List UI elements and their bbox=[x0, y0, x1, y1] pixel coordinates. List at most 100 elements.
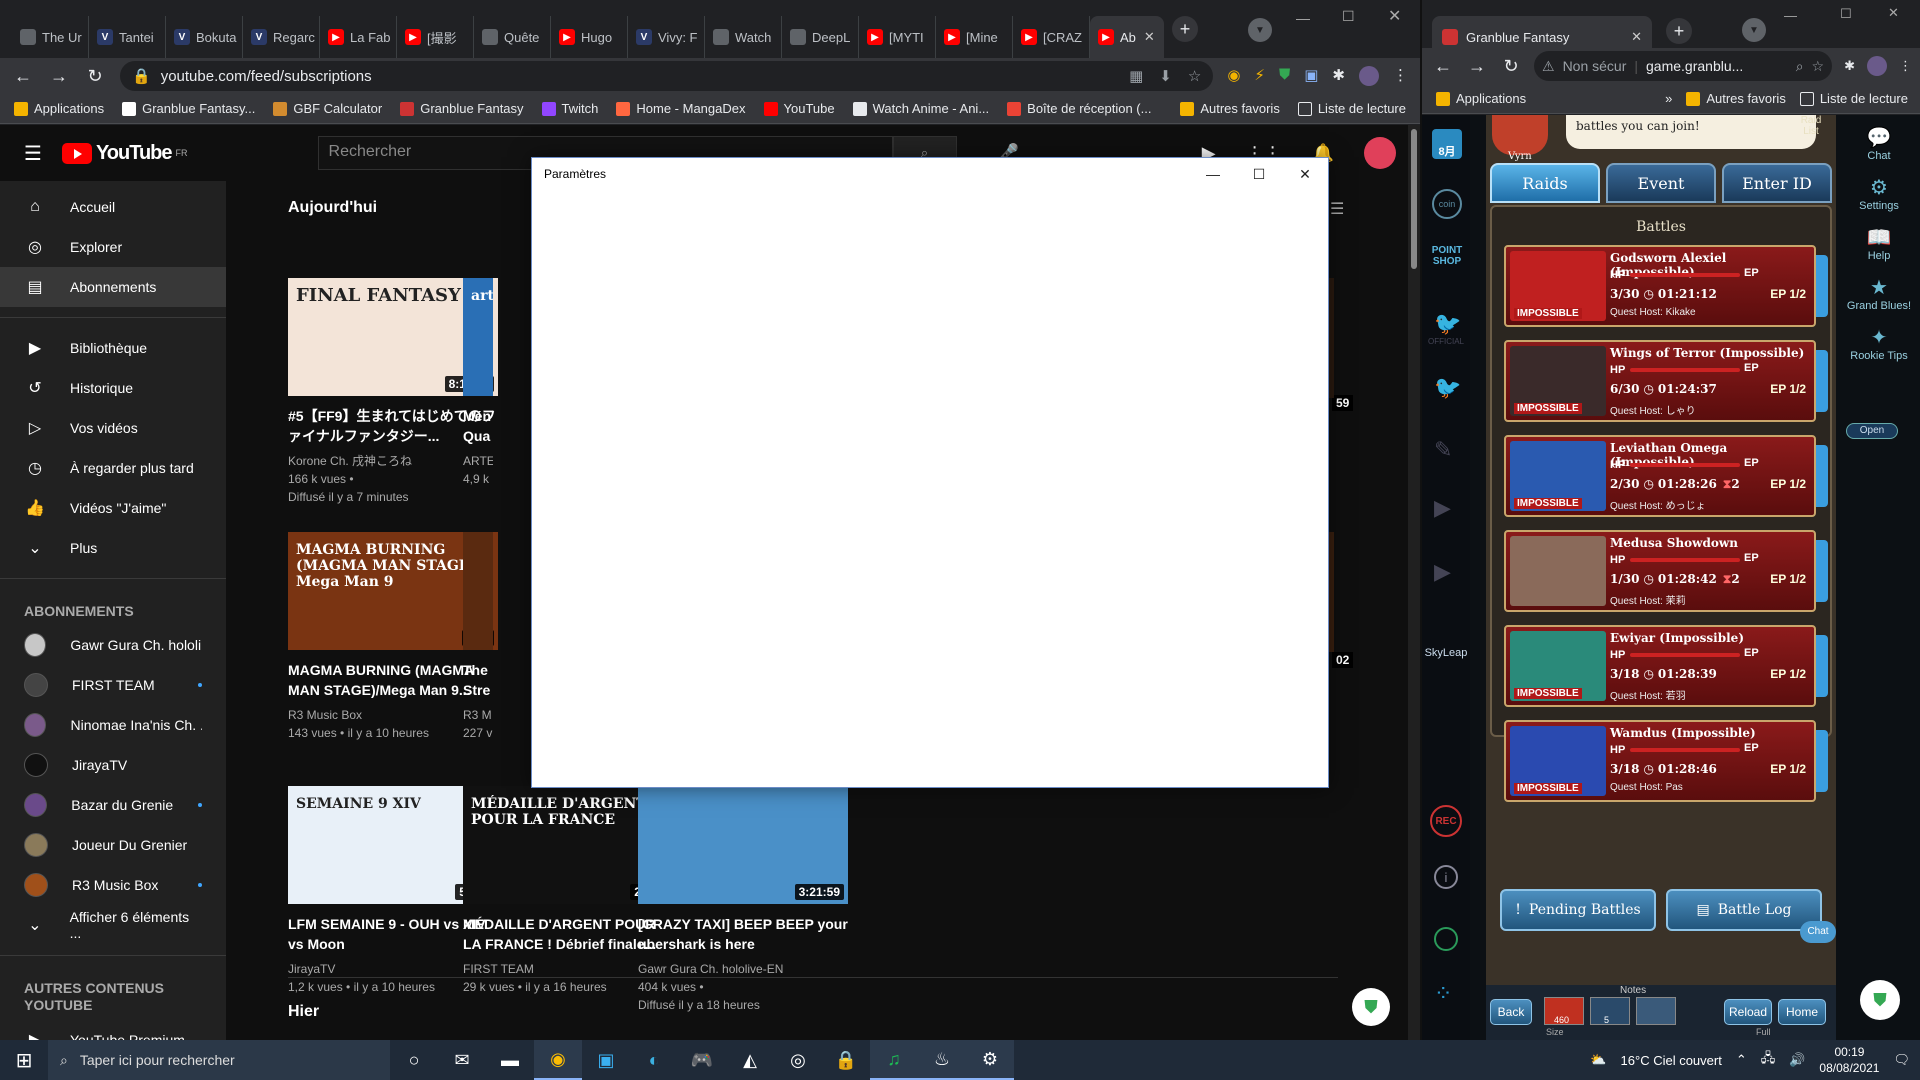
sidebar-item[interactable]: ▶ Bibliothèque bbox=[0, 328, 226, 368]
tab-search-icon[interactable]: ▼ bbox=[1742, 18, 1766, 42]
close-window-button[interactable]: ✕ bbox=[1888, 5, 1899, 21]
subscription-channel[interactable]: R3 Music Box bbox=[0, 865, 226, 905]
raid-card[interactable]: IMPOSSIBLE Leviathan Omega (Impossible) HP… bbox=[1504, 435, 1828, 517]
back-icon[interactable]: ← bbox=[1432, 55, 1454, 77]
browser-tab[interactable]: V Tantei bbox=[89, 16, 166, 58]
windows-start-icon[interactable]: ⊞ bbox=[0, 1040, 48, 1080]
extension-icon-2[interactable]: ⚡ bbox=[1254, 66, 1265, 86]
chrome-icon[interactable]: ◉ bbox=[534, 1040, 582, 1080]
maximize-button[interactable]: ☐ bbox=[1342, 8, 1355, 25]
browser-tab[interactable]: V Vivy: F bbox=[628, 16, 705, 58]
weather-icon[interactable]: ⛅ bbox=[1590, 1052, 1606, 1068]
browser-tab[interactable]: Watch bbox=[705, 16, 782, 58]
subscription-channel[interactable]: Ninomae Ina'nis Ch. ... bbox=[0, 705, 226, 745]
channel-name[interactable]: ARTE bbox=[463, 452, 493, 470]
zoom-icon[interactable]: ⌕ bbox=[1796, 58, 1804, 75]
video-card[interactable]: The Stre R3 M 227 v bbox=[463, 532, 493, 742]
skyleap-icon[interactable]: SkyLeap bbox=[1422, 617, 1470, 659]
bookmark-item[interactable]: GBF Calculator bbox=[273, 101, 382, 116]
sidebar-item[interactable]: ⌄ Plus bbox=[0, 528, 226, 568]
video-official-icon[interactable]: ▶ bbox=[1434, 495, 1451, 521]
join-arrow-button[interactable] bbox=[1816, 730, 1828, 792]
close-tab-icon[interactable]: ✕ bbox=[1144, 29, 1155, 45]
quick-slot-3[interactable] bbox=[1636, 997, 1676, 1025]
browser-tab[interactable]: V Regarc bbox=[243, 16, 320, 58]
video-title[interactable]: The Stre bbox=[463, 660, 493, 700]
join-arrow-button[interactable] bbox=[1816, 255, 1828, 317]
video-card[interactable]: 3:21:59 [CRAZY TAXI] BEEP BEEP your ubers… bbox=[638, 786, 848, 1014]
video-thumbnail[interactable] bbox=[463, 532, 493, 650]
page-scrollbar[interactable] bbox=[1408, 125, 1420, 1040]
quick-slot-2[interactable] bbox=[1590, 997, 1630, 1025]
maximize-button[interactable]: ☐ bbox=[1840, 6, 1852, 22]
grand-blues-icon[interactable]: ★ Grand Blues! bbox=[1846, 275, 1912, 312]
channel-name[interactable]: R3 M bbox=[463, 706, 493, 724]
steam-icon[interactable]: ♨ bbox=[918, 1040, 966, 1080]
browser-tab[interactable]: ▶ La Fab bbox=[320, 16, 397, 58]
chat-bubble-button[interactable]: Chat bbox=[1800, 921, 1836, 943]
raid-card[interactable]: Medusa Showdown HP EP 1/30 ◷ 01:28:42 ⧗2 EP 1/2… bbox=[1504, 530, 1828, 612]
join-arrow-button[interactable] bbox=[1816, 540, 1828, 602]
star-icon[interactable]: ☆ bbox=[1812, 58, 1825, 75]
clock[interactable]: 00:19 08/08/2021 bbox=[1819, 1044, 1879, 1076]
sidebar-item[interactable]: 👍 Vidéos "J'aime" bbox=[0, 488, 226, 528]
other-bookmarks[interactable]: Autres favoris bbox=[1686, 91, 1786, 106]
subscription-channel[interactable]: FIRST TEAM bbox=[0, 665, 226, 705]
open-button[interactable]: Open bbox=[1846, 423, 1898, 439]
bookmark-item[interactable]: Applications bbox=[14, 101, 104, 116]
browser-tab[interactable]: ▶ [CRAZ bbox=[1013, 16, 1090, 58]
bookmark-item[interactable]: Granblue Fantasy bbox=[400, 101, 524, 116]
qr-code-icon[interactable]: ▦ bbox=[1129, 67, 1143, 85]
account-circle-icon[interactable] bbox=[1434, 927, 1458, 951]
chat-icon[interactable]: 💬 Chat bbox=[1846, 125, 1912, 162]
bookmark-item[interactable]: Boîte de réception (... bbox=[1007, 101, 1151, 116]
hamburger-menu-icon[interactable]: ☰ bbox=[24, 141, 42, 166]
extensions-puzzle-icon[interactable]: ✱ bbox=[1332, 66, 1345, 86]
lock-icon[interactable]: 🔒 bbox=[822, 1040, 870, 1080]
dialog-minimize-button[interactable]: — bbox=[1190, 158, 1236, 190]
shield-extension-badge[interactable]: ⛊ bbox=[1860, 980, 1900, 1020]
settings-icon[interactable]: ⚙ bbox=[966, 1040, 1014, 1080]
record-icon[interactable]: REC bbox=[1430, 805, 1462, 837]
twitter-icon[interactable]: 🐦 bbox=[1434, 375, 1461, 401]
raid-card[interactable]: IMPOSSIBLE Godsworn Alexiel (Impossible) H… bbox=[1504, 245, 1828, 327]
raid-card[interactable]: IMPOSSIBLE Wings of Terror (Impossible) HP… bbox=[1504, 340, 1828, 422]
browser-tab[interactable]: Quête bbox=[474, 16, 551, 58]
browser-tab[interactable]: ▶ Ab ✕ bbox=[1090, 16, 1164, 58]
raid-list-label[interactable]: Raid List bbox=[1796, 115, 1826, 137]
reload-button[interactable]: Reload bbox=[1724, 999, 1772, 1025]
store-icon[interactable]: ▣ bbox=[582, 1040, 630, 1080]
subscription-channel[interactable]: JirayaTV bbox=[0, 745, 226, 785]
bookmark-item[interactable]: Home - MangaDex bbox=[616, 101, 746, 116]
browser-tab[interactable]: ▶ [MYTI bbox=[859, 16, 936, 58]
calendar-icon[interactable]: 8月 bbox=[1432, 129, 1462, 159]
more-bookmarks-chevron[interactable]: » bbox=[1665, 91, 1672, 106]
show-more-subscriptions[interactable]: ⌄ Afficher 6 éléments ... bbox=[0, 905, 226, 945]
video-thumbnail[interactable]: 3:21:59 bbox=[638, 786, 848, 904]
reload-icon[interactable]: ↻ bbox=[84, 65, 106, 87]
youtube-logo[interactable]: YouTube FR bbox=[61, 142, 188, 165]
sidebar-item[interactable]: ▤ Abonnements bbox=[0, 267, 226, 307]
raid-card[interactable]: IMPOSSIBLE Ewiyar (Impossible) HP EP 3/18 ◷ 01… bbox=[1504, 625, 1828, 707]
reload-icon[interactable]: ↻ bbox=[1500, 55, 1522, 77]
controller-icon[interactable]: 🎮 bbox=[678, 1040, 726, 1080]
bookmark-item[interactable]: Watch Anime - Ani... bbox=[852, 101, 989, 116]
star-icon[interactable]: ☆ bbox=[1188, 67, 1201, 85]
profile-avatar-icon[interactable] bbox=[1867, 56, 1887, 76]
info-icon[interactable]: i bbox=[1434, 865, 1458, 889]
browser-tab[interactable]: ▶ [Mine bbox=[936, 16, 1013, 58]
menu-kebab-icon[interactable]: ⋮ bbox=[1899, 58, 1912, 74]
taskbar-search[interactable]: ⌕ Taper ici pour rechercher bbox=[48, 1040, 390, 1080]
subscription-channel[interactable]: Bazar du Grenier bbox=[0, 785, 226, 825]
edit-note-icon[interactable]: ✎ bbox=[1434, 437, 1452, 463]
address-bar[interactable]: 🔒 youtube.com/feed/subscriptions ▦ ⬇ ☆ bbox=[120, 61, 1214, 91]
channel-name[interactable]: Gawr Gura Ch. hololive-EN bbox=[638, 960, 848, 978]
browser-tab[interactable]: V Bokuta bbox=[166, 16, 243, 58]
bookmark-apps[interactable]: Applications bbox=[1436, 91, 1526, 106]
profile-avatar-icon[interactable] bbox=[1359, 66, 1379, 86]
other-bookmarks[interactable]: Autres favoris bbox=[1180, 101, 1280, 116]
sidebar-item[interactable]: ↺ Historique bbox=[0, 368, 226, 408]
settings-icon[interactable]: ⚙ Settings bbox=[1846, 175, 1912, 212]
tab-search-icon[interactable]: ▼ bbox=[1248, 18, 1272, 42]
sidebar-item[interactable]: ▷ Vos vidéos bbox=[0, 408, 226, 448]
